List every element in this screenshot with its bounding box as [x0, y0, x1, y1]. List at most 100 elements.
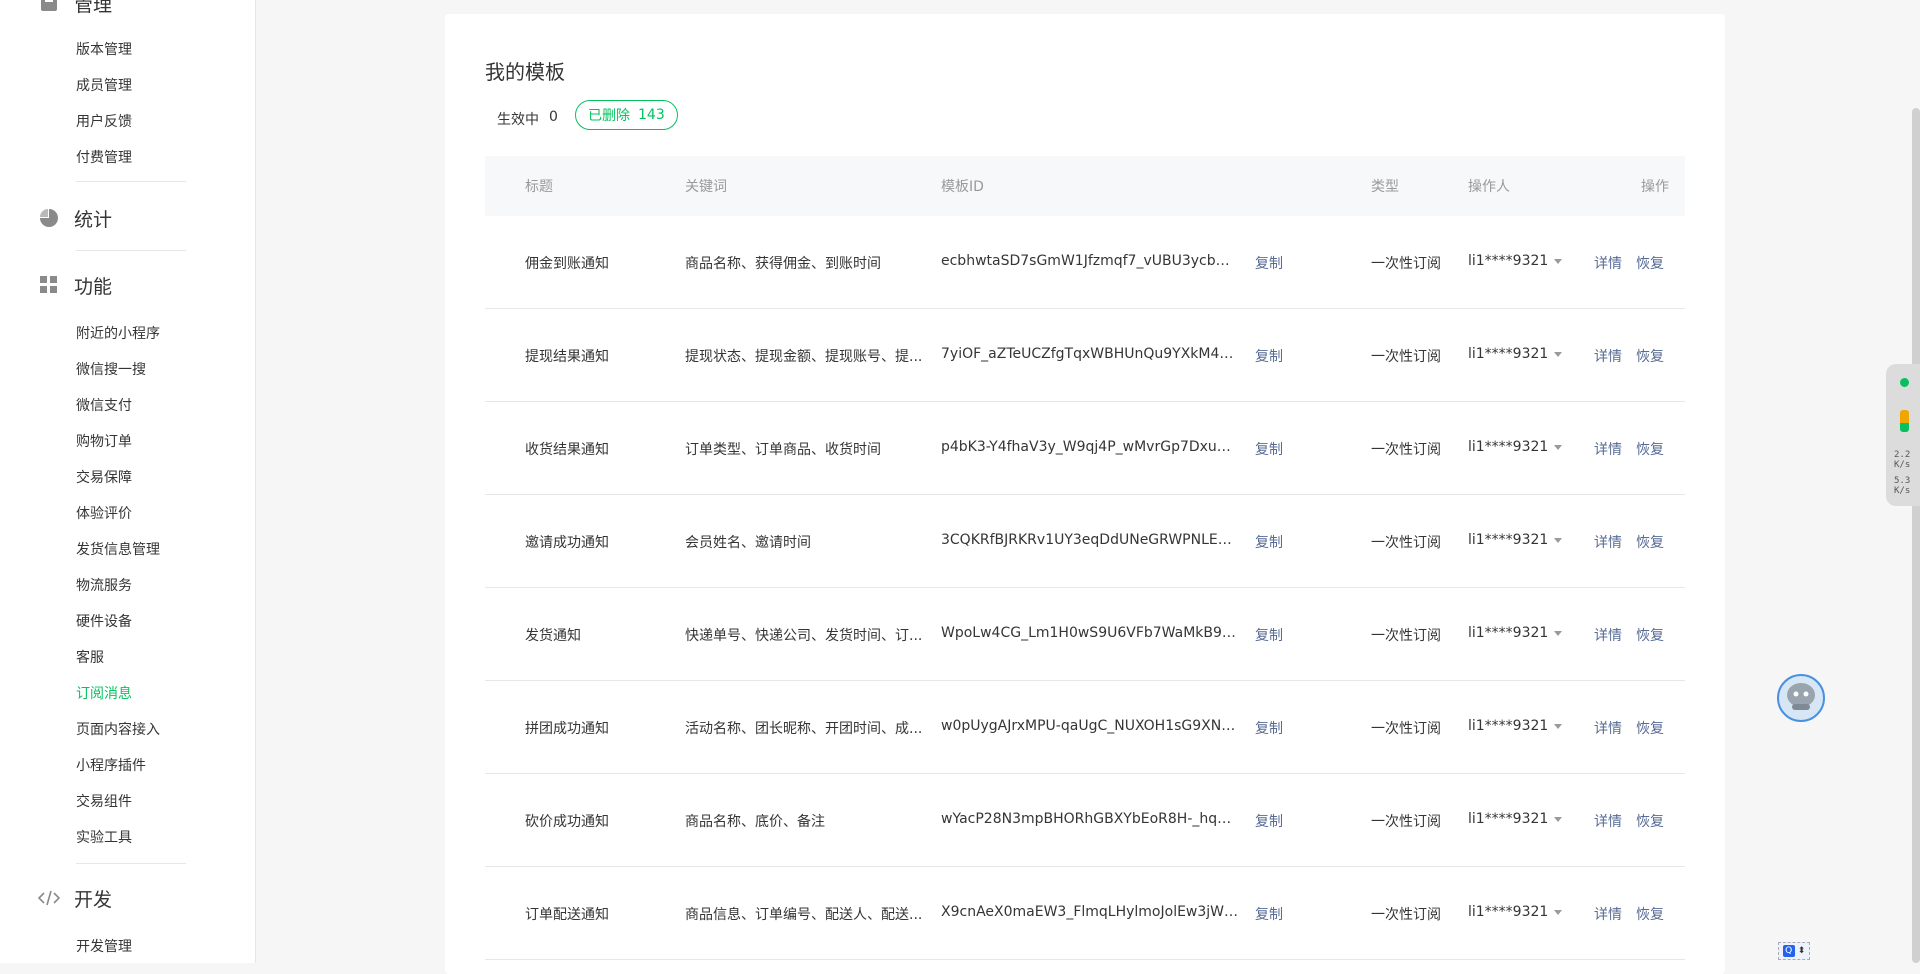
sidebar-item-members[interactable]: 成员管理	[76, 76, 132, 96]
operator-dropdown[interactable]: li1****9321	[1468, 625, 1563, 641]
table-row: 发货通知 快递单号、快递公司、发货时间、订... WpoLw4CG_Lm1H0w…	[485, 588, 1685, 681]
row-title: 佣金到账通知	[525, 256, 609, 272]
memory-bar-icon	[1900, 410, 1909, 432]
copy-link[interactable]: 复制	[1255, 904, 1283, 924]
restore-link[interactable]: 恢复	[1636, 904, 1664, 924]
row-template-id: ecbhwtaSD7sGmW1Jfzmqf7_vUBU3ycbCh...	[941, 253, 1239, 269]
sidebar-item-guarantee[interactable]: 交易保障	[76, 468, 132, 488]
tab-live-count: 0	[549, 109, 558, 125]
assistant-avatar-button[interactable]	[1777, 674, 1825, 722]
header-actions: 操作	[1641, 179, 1669, 195]
copy-link[interactable]: 复制	[1255, 625, 1283, 645]
sidebar-item-dev-manage[interactable]: 开发管理	[76, 937, 132, 957]
sidebar-item-lab[interactable]: 实验工具	[76, 828, 132, 848]
table-row: 提现结果通知 提现状态、提现金额、提现账号、提... 7yiOF_aZTeUCZ…	[485, 309, 1685, 402]
network-monitor-panel[interactable]: 2.2 K/s 5.3 K/s	[1886, 364, 1920, 506]
stats-pie-icon	[38, 207, 60, 229]
sidebar-divider	[76, 250, 186, 251]
tab-live[interactable]: 生效中 0	[497, 109, 558, 129]
sidebar-item-logistics[interactable]: 物流服务	[76, 576, 132, 596]
detail-link[interactable]: 详情	[1594, 811, 1622, 831]
detail-link[interactable]: 详情	[1594, 904, 1622, 924]
sidebar-item-reviews[interactable]: 体验评价	[76, 504, 132, 524]
sidebar-item-orders[interactable]: 购物订单	[76, 432, 132, 452]
manage-icon	[38, 0, 60, 14]
copy-link[interactable]: 复制	[1255, 346, 1283, 366]
detail-link[interactable]: 详情	[1594, 532, 1622, 552]
sidebar-section-manage[interactable]: 管理	[38, 0, 112, 18]
sidebar-item-service[interactable]: 客服	[76, 648, 104, 668]
sidebar-item-billing[interactable]: 付费管理	[76, 148, 132, 168]
operator-dropdown[interactable]: li1****9321	[1468, 532, 1563, 548]
row-title: 拼团成功通知	[525, 721, 609, 737]
features-grid-icon	[38, 274, 60, 296]
caret-down-icon	[1554, 630, 1563, 636]
sidebar-item-version[interactable]: 版本管理	[76, 40, 132, 60]
detail-link[interactable]: 详情	[1594, 625, 1622, 645]
row-operator: li1****9321	[1468, 625, 1549, 641]
sidebar-section-stats[interactable]: 统计	[38, 203, 112, 233]
restore-link[interactable]: 恢复	[1636, 253, 1664, 273]
copy-link[interactable]: 复制	[1255, 439, 1283, 459]
template-table: 标题 关键词 模板ID 类型 操作人 操作 佣金到账通知 商品名称、获得佣金、到…	[485, 156, 1685, 960]
row-title: 砍价成功通知	[525, 814, 609, 830]
row-operator: li1****9321	[1468, 439, 1549, 455]
sidebar-item-hardware[interactable]: 硬件设备	[76, 612, 132, 632]
input-method-widget[interactable]: Q ⬍	[1778, 942, 1810, 960]
detail-link[interactable]: 详情	[1594, 718, 1622, 738]
detail-link[interactable]: 详情	[1594, 253, 1622, 273]
page-scrollbar[interactable]	[1912, 108, 1920, 963]
sidebar-item-content[interactable]: 页面内容接入	[76, 720, 160, 740]
sidebar-section-dev[interactable]: 开发	[38, 883, 112, 913]
operator-dropdown[interactable]: li1****9321	[1468, 346, 1563, 362]
restore-link[interactable]: 恢复	[1636, 346, 1664, 366]
sidebar-item-trade-components[interactable]: 交易组件	[76, 792, 132, 812]
copy-link[interactable]: 复制	[1255, 718, 1283, 738]
operator-dropdown[interactable]: li1****9321	[1468, 904, 1563, 920]
restore-link[interactable]: 恢复	[1636, 439, 1664, 459]
row-operator: li1****9321	[1468, 346, 1549, 362]
sidebar-section-features[interactable]: 功能	[38, 270, 112, 300]
sidebar-item-subscribe-msg[interactable]: 订阅消息	[76, 684, 132, 704]
row-template-id: 3CQKRfBJRKRv1UY3eqDdUNeGRWPNLEpE...	[941, 532, 1239, 548]
download-speed: 5.3 K/s	[1894, 476, 1911, 496]
table-header: 标题 关键词 模板ID 类型 操作人 操作	[485, 156, 1685, 216]
sidebar-item-search[interactable]: 微信搜一搜	[76, 360, 146, 380]
row-operator: li1****9321	[1468, 718, 1549, 734]
sidebar-item-shipping-info[interactable]: 发货信息管理	[76, 540, 160, 560]
row-operator: li1****9321	[1468, 532, 1549, 548]
sidebar-item-pay[interactable]: 微信支付	[76, 396, 132, 416]
operator-dropdown[interactable]: li1****9321	[1468, 811, 1563, 827]
row-type: 一次性订阅	[1371, 907, 1441, 923]
restore-link[interactable]: 恢复	[1636, 625, 1664, 645]
header-operator: 操作人	[1468, 179, 1510, 195]
header-keywords: 关键词	[685, 179, 727, 195]
table-row: 拼团成功通知 活动名称、团长昵称、开团时间、成... w0pUygAJrxMPU…	[485, 681, 1685, 774]
row-keywords: 商品名称、底价、备注	[685, 814, 825, 830]
tab-deleted[interactable]: 已删除 143	[575, 100, 678, 130]
row-keywords: 会员姓名、邀请时间	[685, 535, 811, 551]
operator-dropdown[interactable]: li1****9321	[1468, 718, 1563, 734]
sidebar-section-label: 功能	[74, 275, 113, 298]
detail-link[interactable]: 详情	[1594, 439, 1622, 459]
sidebar-item-plugins[interactable]: 小程序插件	[76, 756, 146, 776]
copy-link[interactable]: 复制	[1255, 811, 1283, 831]
header-template-id: 模板ID	[941, 179, 984, 195]
detail-link[interactable]: 详情	[1594, 346, 1622, 366]
sidebar-item-feedback[interactable]: 用户反馈	[76, 112, 132, 132]
restore-link[interactable]: 恢复	[1636, 532, 1664, 552]
row-template-id: p4bK3-Y4fhaV3y_W9qj4P_wMvrGp7DxuC-...	[941, 439, 1239, 455]
operator-dropdown[interactable]: li1****9321	[1468, 439, 1563, 455]
restore-link[interactable]: 恢复	[1636, 718, 1664, 738]
row-type: 一次性订阅	[1371, 256, 1441, 272]
row-template-id: wYacP28N3mpBHORhGBXYbEoR8H-_hqGF...	[941, 811, 1239, 827]
operator-dropdown[interactable]: li1****9321	[1468, 253, 1563, 269]
copy-link[interactable]: 复制	[1255, 532, 1283, 552]
copy-link[interactable]: 复制	[1255, 253, 1283, 273]
sidebar-divider	[76, 181, 186, 182]
sidebar-item-nearby[interactable]: 附近的小程序	[76, 324, 160, 344]
row-title: 收货结果通知	[525, 442, 609, 458]
restore-link[interactable]: 恢复	[1636, 811, 1664, 831]
header-type: 类型	[1371, 179, 1399, 195]
row-keywords: 商品信息、订单编号、配送人、配送...	[685, 907, 923, 923]
